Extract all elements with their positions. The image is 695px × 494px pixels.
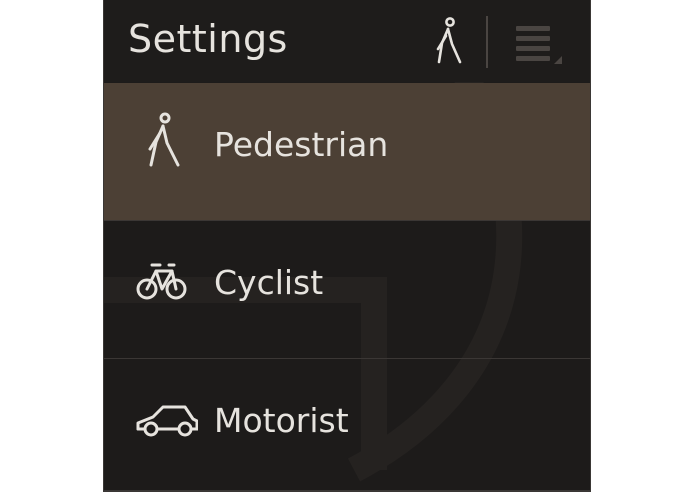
settings-panel: Settings Pedestrian Cyclist Motorist (103, 0, 591, 492)
pedestrian-icon (148, 112, 180, 167)
mode-item-cyclist[interactable]: Cyclist (104, 221, 590, 358)
car-icon (136, 405, 198, 437)
menu-icon[interactable] (508, 22, 564, 66)
bicycle-icon (136, 263, 187, 300)
header-bar: Settings (104, 0, 590, 82)
mode-label-pedestrian: Pedestrian (214, 125, 389, 164)
mode-label-motorist: Motorist (214, 401, 349, 440)
current-mode-pedestrian-icon[interactable] (430, 16, 466, 68)
mode-item-motorist[interactable]: Motorist (104, 359, 590, 490)
header-divider (486, 16, 488, 68)
page-title: Settings (128, 17, 288, 61)
mode-item-pedestrian[interactable]: Pedestrian (104, 83, 590, 220)
mode-label-cyclist: Cyclist (214, 263, 324, 302)
